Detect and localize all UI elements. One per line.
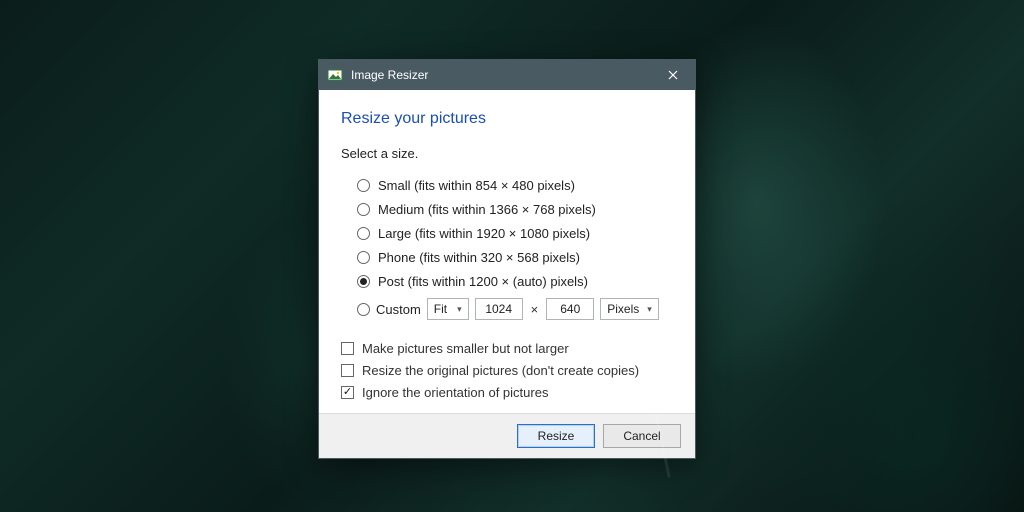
image-resizer-dialog: Image Resizer Resize your pictures Selec… [318,59,696,459]
chevron-down-icon: ▾ [647,304,652,315]
radio-icon [357,227,370,240]
size-label: Phone (fits within 320 × 568 pixels) [378,250,580,265]
size-label: Post (fits within 1200 × (auto) pixels) [378,274,588,289]
close-icon [668,70,678,80]
instruction-text: Select a size. [341,146,673,161]
option-resize-original[interactable]: Resize the original pictures (don't crea… [341,359,673,381]
checkbox-icon [341,386,354,399]
custom-label[interactable]: Custom [376,302,421,317]
desktop-background: Image Resizer Resize your pictures Selec… [0,0,1024,512]
picture-icon [327,67,343,83]
unit-select[interactable]: Pixels ▾ [600,298,659,320]
size-option-custom: Custom Fit ▾ 1024 × 640 Pixels ▾ [357,295,673,323]
option-label: Make pictures smaller but not larger [362,341,569,356]
radio-icon [357,203,370,216]
dialog-body: Resize your pictures Select a size. Smal… [319,90,695,413]
size-label: Large (fits within 1920 × 1080 pixels) [378,226,590,241]
size-label: Medium (fits within 1366 × 768 pixels) [378,202,596,217]
size-options-group: Small (fits within 854 × 480 pixels) Med… [357,173,673,323]
dialog-footer: Resize Cancel [319,413,695,458]
radio-icon [357,179,370,192]
options-group: Make pictures smaller but not larger Res… [341,337,673,403]
checkbox-icon [341,342,354,355]
chevron-down-icon: ▾ [457,304,462,315]
height-input[interactable]: 640 [546,298,594,320]
size-option-medium[interactable]: Medium (fits within 1366 × 768 pixels) [357,197,673,221]
checkbox-icon [341,364,354,377]
option-smaller-only[interactable]: Make pictures smaller but not larger [341,337,673,359]
size-option-small[interactable]: Small (fits within 854 × 480 pixels) [357,173,673,197]
option-ignore-orientation[interactable]: Ignore the orientation of pictures [341,381,673,403]
width-input[interactable]: 1024 [475,298,523,320]
radio-icon[interactable] [357,303,370,316]
window-title: Image Resizer [351,68,428,82]
fit-mode-select[interactable]: Fit ▾ [427,298,469,320]
dimension-separator: × [529,302,541,317]
option-label: Resize the original pictures (don't crea… [362,363,639,378]
close-button[interactable] [650,60,695,90]
resize-button[interactable]: Resize [517,424,595,448]
dialog-heading: Resize your pictures [341,110,673,128]
titlebar[interactable]: Image Resizer [319,60,695,90]
size-option-post[interactable]: Post (fits within 1200 × (auto) pixels) [357,269,673,293]
option-label: Ignore the orientation of pictures [362,385,548,400]
size-label: Small (fits within 854 × 480 pixels) [378,178,575,193]
size-option-phone[interactable]: Phone (fits within 320 × 568 pixels) [357,245,673,269]
fit-mode-value: Fit [434,302,447,316]
size-option-large[interactable]: Large (fits within 1920 × 1080 pixels) [357,221,673,245]
radio-icon [357,251,370,264]
unit-value: Pixels [607,302,639,316]
radio-icon [357,275,370,288]
cancel-button[interactable]: Cancel [603,424,681,448]
